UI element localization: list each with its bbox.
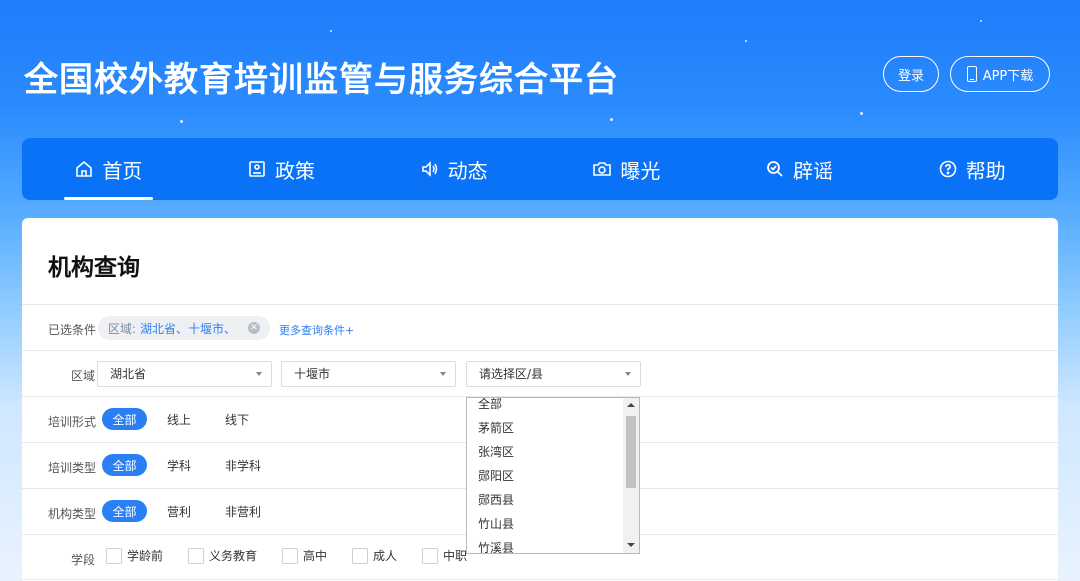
district-select[interactable]: 请选择区/县 bbox=[466, 361, 641, 387]
training-type-label: 培训类型 bbox=[48, 459, 96, 476]
org-type-nonprofit[interactable]: 非营利 bbox=[225, 500, 261, 522]
district-option[interactable]: 郧阳区 bbox=[467, 464, 625, 488]
city-select[interactable]: 十堰市 bbox=[281, 361, 456, 387]
home-icon bbox=[74, 159, 94, 179]
app-download-button[interactable]: APP下载 bbox=[950, 56, 1050, 92]
training-type-non-academic[interactable]: 非学科 bbox=[225, 454, 261, 476]
background-sparkle bbox=[860, 112, 863, 115]
region-row: 区域 湖北省 十堰市 请选择区/县 bbox=[22, 350, 1058, 396]
background-sparkle bbox=[610, 118, 613, 121]
background-sparkle bbox=[980, 20, 982, 22]
checkbox[interactable] bbox=[422, 548, 438, 564]
province-select[interactable]: 湖北省 bbox=[97, 361, 272, 387]
org-type-profit[interactable]: 营利 bbox=[167, 500, 191, 522]
speaker-icon bbox=[420, 159, 440, 179]
checkbox[interactable] bbox=[106, 548, 122, 564]
selected-conditions-row: 已选条件 区域: 湖北省、十堰市、 ✕ 更多查询条件+ bbox=[22, 304, 1058, 350]
selected-conditions-label: 已选条件 bbox=[48, 321, 96, 338]
checkbox[interactable] bbox=[282, 548, 298, 564]
district-option[interactable]: 茅箭区 bbox=[467, 416, 625, 440]
chevron-down-icon bbox=[625, 372, 631, 376]
site-title: 全国校外教育培训监管与服务综合平台 bbox=[24, 52, 619, 101]
nav-label: 动态 bbox=[448, 155, 488, 184]
stage-option-compulsory[interactable]: 义务教育 bbox=[188, 547, 257, 564]
nav-item-news[interactable]: 动态 bbox=[367, 138, 540, 200]
selected-condition-chip: 区域: 湖北省、十堰市、 ✕ bbox=[98, 316, 270, 340]
org-type-all[interactable]: 全部 bbox=[102, 500, 147, 522]
help-icon bbox=[938, 159, 958, 179]
org-type-label: 机构类型 bbox=[48, 505, 96, 522]
district-dropdown-list: 全部 茅箭区 张湾区 郧阳区 郧西县 竹山县 竹溪县 bbox=[466, 397, 640, 554]
stage-option-label: 中职 bbox=[443, 547, 467, 564]
policy-icon bbox=[247, 159, 267, 179]
search-check-icon bbox=[765, 159, 785, 179]
checkbox[interactable] bbox=[352, 548, 368, 564]
nav-item-rumor[interactable]: 辟谣 bbox=[713, 138, 886, 200]
stage-option-label: 学龄前 bbox=[127, 547, 163, 564]
scrollbar-thumb[interactable] bbox=[626, 416, 636, 488]
province-value: 湖北省 bbox=[110, 367, 146, 381]
main-nav: 首页 政策 动态 曝光 辟谣 帮助 bbox=[22, 138, 1058, 200]
nav-label: 帮助 bbox=[966, 155, 1006, 184]
district-options: 全部 茅箭区 张湾区 郧阳区 郧西县 竹山县 竹溪县 bbox=[467, 397, 625, 554]
stage-option-preschool[interactable]: 学龄前 bbox=[106, 547, 163, 564]
chevron-down-icon bbox=[440, 372, 446, 376]
nav-label: 首页 bbox=[102, 155, 142, 184]
training-type-all[interactable]: 全部 bbox=[102, 454, 147, 476]
stage-option-label: 义务教育 bbox=[209, 547, 257, 564]
stage-option-adult[interactable]: 成人 bbox=[352, 547, 397, 564]
district-option[interactable]: 全部 bbox=[467, 397, 625, 416]
nav-label: 曝光 bbox=[620, 155, 660, 184]
scroll-up-icon[interactable] bbox=[627, 403, 635, 407]
stage-option-label: 高中 bbox=[303, 547, 327, 564]
background-sparkle bbox=[745, 40, 747, 42]
training-form-label: 培训形式 bbox=[48, 413, 96, 430]
background-sparkle bbox=[180, 120, 183, 123]
more-conditions-link[interactable]: 更多查询条件+ bbox=[279, 322, 354, 338]
nav-item-help[interactable]: 帮助 bbox=[885, 138, 1058, 200]
scroll-down-icon[interactable] bbox=[627, 543, 635, 547]
chip-prefix: 区域: bbox=[108, 320, 136, 337]
chip-value: 湖北省、十堰市、 bbox=[140, 320, 236, 337]
training-type-academic[interactable]: 学科 bbox=[167, 454, 191, 476]
stage-option-vocational[interactable]: 中职 bbox=[422, 547, 467, 564]
region-label: 区域 bbox=[71, 367, 95, 384]
app-download-label: APP下载 bbox=[983, 65, 1034, 84]
training-form-online[interactable]: 线上 bbox=[167, 408, 191, 430]
nav-label: 辟谣 bbox=[793, 155, 833, 184]
city-value: 十堰市 bbox=[294, 367, 330, 381]
district-option[interactable]: 竹山县 bbox=[467, 512, 625, 536]
nav-item-exposure[interactable]: 曝光 bbox=[540, 138, 713, 200]
close-icon[interactable]: ✕ bbox=[248, 322, 260, 334]
district-option[interactable]: 张湾区 bbox=[467, 440, 625, 464]
stage-option-label: 成人 bbox=[373, 547, 397, 564]
chevron-down-icon bbox=[256, 372, 262, 376]
checkbox[interactable] bbox=[188, 548, 204, 564]
stage-option-highschool[interactable]: 高中 bbox=[282, 547, 327, 564]
page-title: 机构查询 bbox=[48, 248, 140, 282]
stage-label: 学段 bbox=[71, 551, 95, 568]
training-form-offline[interactable]: 线下 bbox=[225, 408, 249, 430]
training-form-all[interactable]: 全部 bbox=[102, 408, 147, 430]
login-button[interactable]: 登录 bbox=[883, 56, 939, 92]
background-sparkle bbox=[330, 30, 332, 32]
phone-icon bbox=[967, 66, 977, 82]
nav-item-home[interactable]: 首页 bbox=[22, 138, 195, 200]
district-placeholder: 请选择区/县 bbox=[479, 367, 543, 381]
camera-icon bbox=[592, 159, 612, 179]
district-option[interactable]: 竹溪县 bbox=[467, 536, 625, 554]
nav-label: 政策 bbox=[275, 155, 315, 184]
district-option[interactable]: 郧西县 bbox=[467, 488, 625, 512]
scrollbar[interactable] bbox=[623, 398, 639, 553]
nav-item-policy[interactable]: 政策 bbox=[195, 138, 368, 200]
